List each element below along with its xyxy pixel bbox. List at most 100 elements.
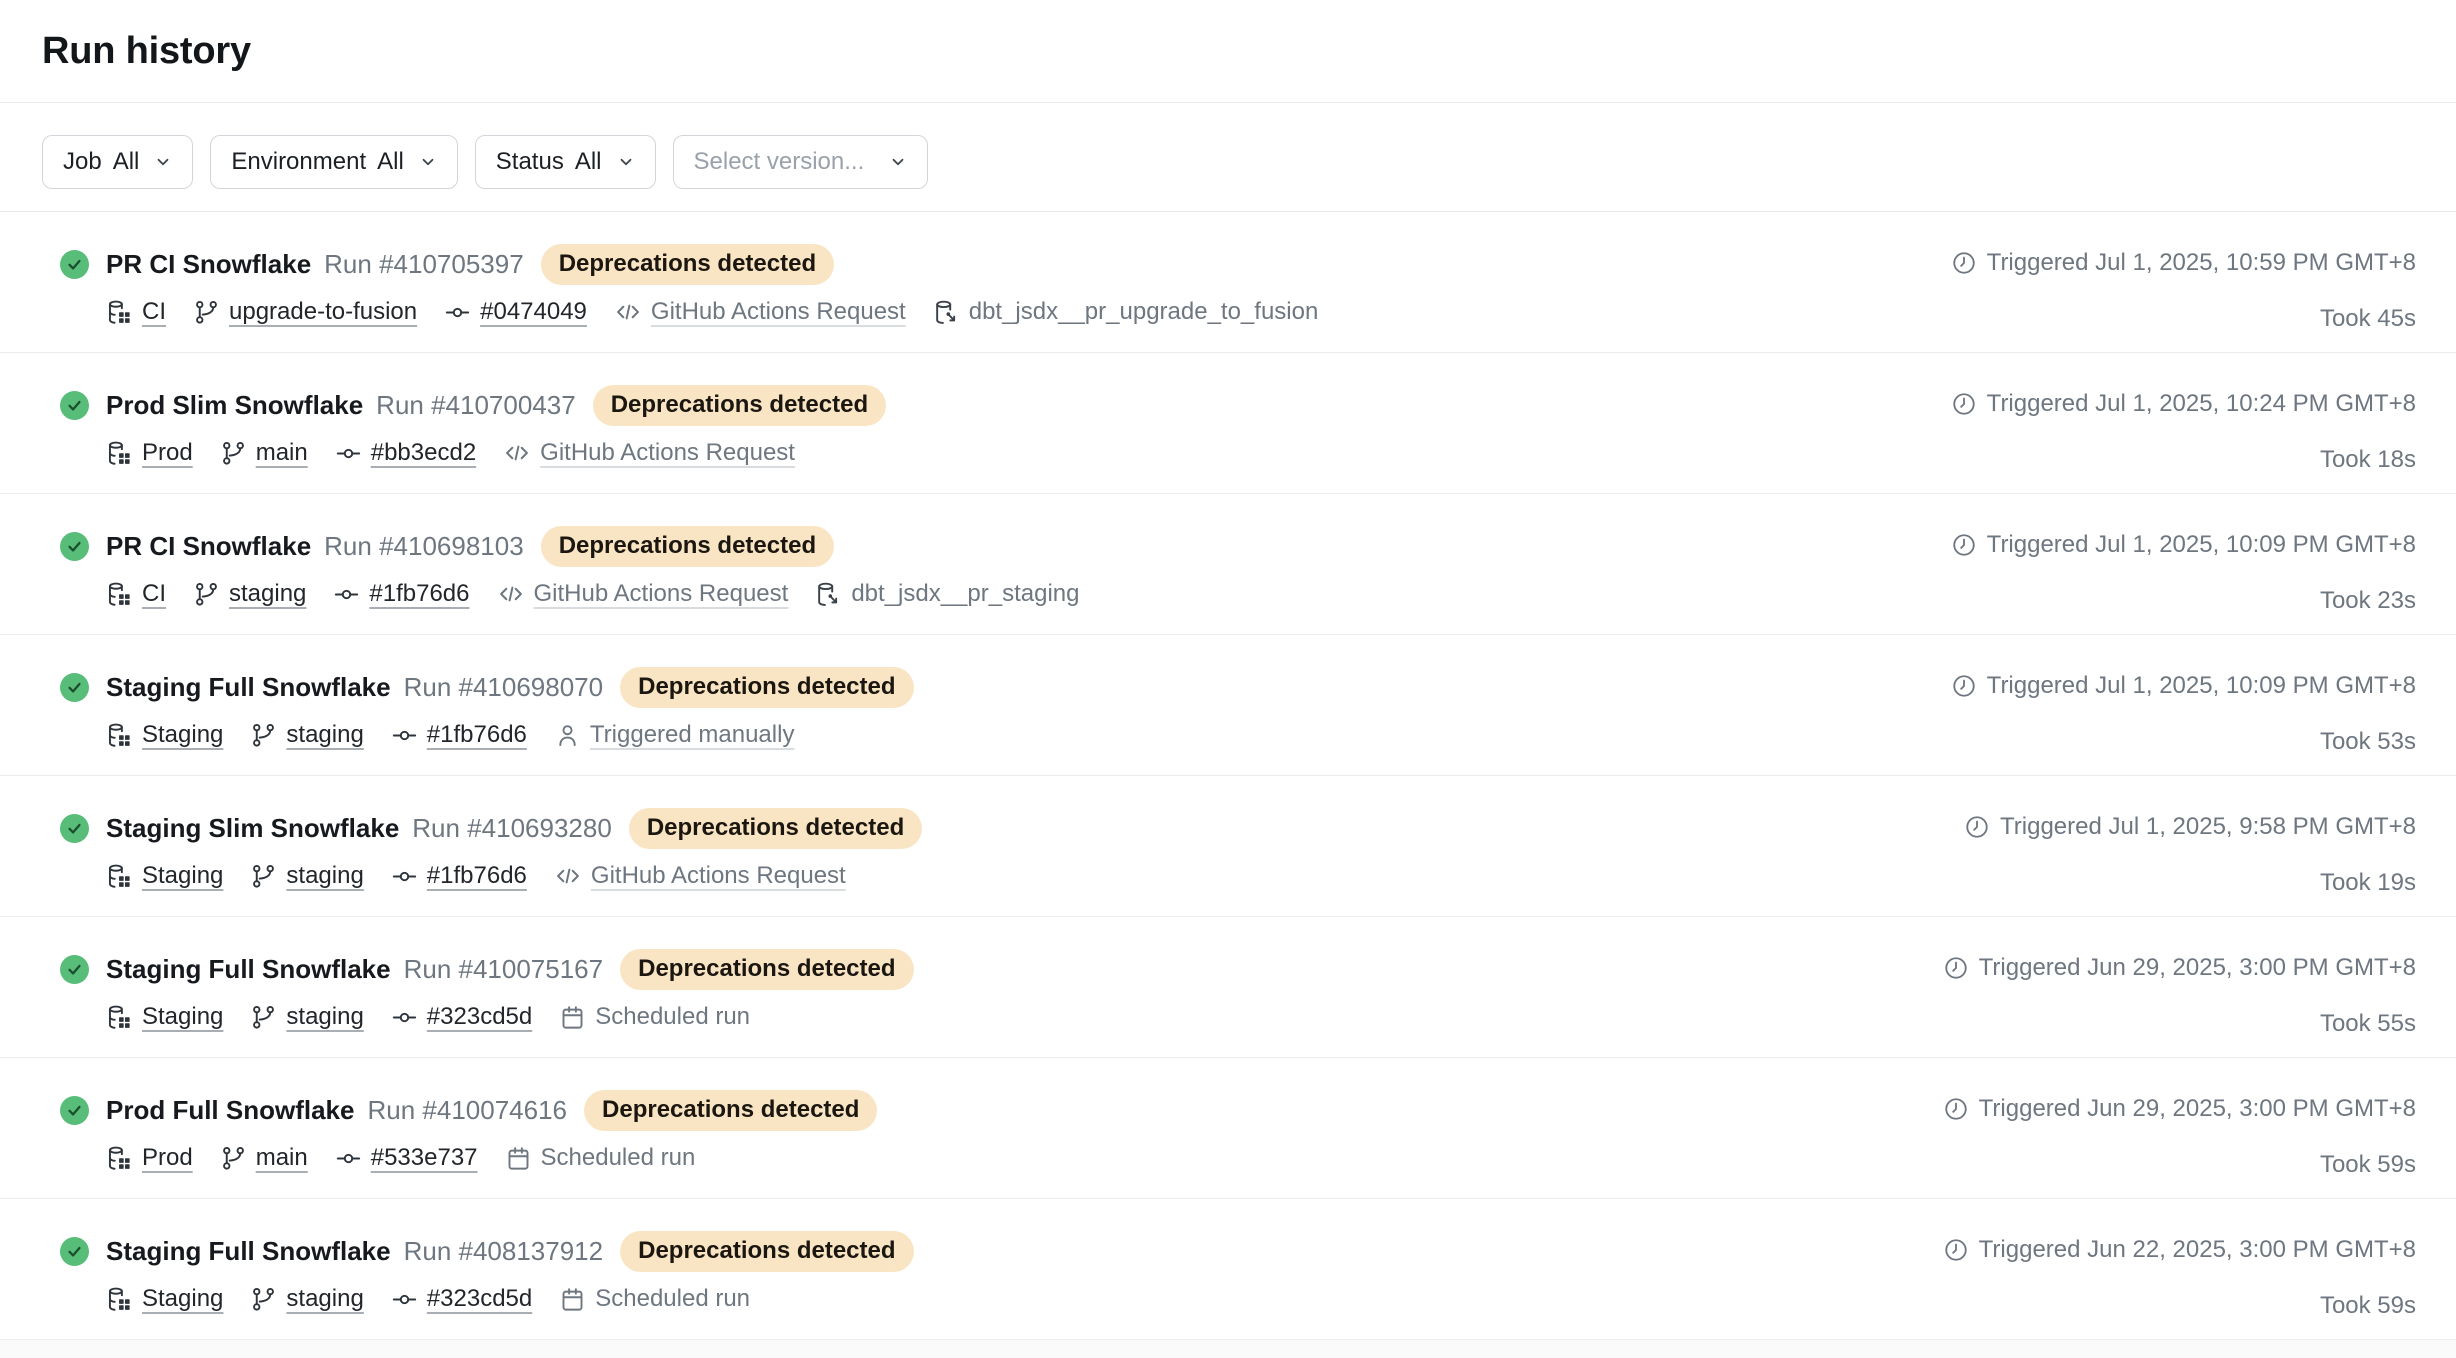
commit-link[interactable]: #1fb76d6 <box>427 721 527 749</box>
run-row-left: Staging Full Snowflake Run #410698070 De… <box>60 669 914 775</box>
triggered-line: Triggered Jul 1, 2025, 10:09 PM GMT+8 <box>1951 672 2416 700</box>
run-row[interactable]: PR CI Snowflake Run #410705397 Deprecati… <box>0 212 2456 353</box>
branch-item: staging <box>250 1003 363 1031</box>
environment-filter-dropdown[interactable]: Environment All <box>210 135 457 189</box>
branch-link[interactable]: staging <box>229 580 306 608</box>
branch-link[interactable]: staging <box>286 1003 363 1031</box>
commit-icon <box>391 863 418 890</box>
run-list: PR CI Snowflake Run #410705397 Deprecati… <box>0 212 2456 1340</box>
job-name-link[interactable]: Staging Full Snowflake <box>106 672 391 703</box>
deprecations-badge: Deprecations detected <box>629 808 922 849</box>
run-row[interactable]: PR CI Snowflake Run #410698103 Deprecati… <box>0 494 2456 635</box>
environment-link[interactable]: Staging <box>142 1003 223 1031</box>
commit-link[interactable]: #533e737 <box>371 1144 478 1172</box>
run-meta-line: CI upgrade-to-fusion <box>106 294 1318 330</box>
success-check-circle-icon <box>60 1096 89 1125</box>
commit-link[interactable]: #323cd5d <box>427 1285 532 1313</box>
trigger-source[interactable]: GitHub Actions Request <box>534 580 789 608</box>
branch-link[interactable]: staging <box>286 862 363 890</box>
environment-link[interactable]: Staging <box>142 1285 223 1313</box>
trigger-source[interactable]: Scheduled run <box>541 1144 696 1172</box>
deprecations-badge: Deprecations detected <box>541 244 834 285</box>
branch-link[interactable]: main <box>256 1144 308 1172</box>
run-title-line: Staging Full Snowflake Run #408137912 De… <box>106 1233 914 1269</box>
commit-icon <box>391 722 418 749</box>
page-title: Run history <box>42 30 251 73</box>
run-row[interactable]: Staging Full Snowflake Run #410075167 De… <box>0 917 2456 1058</box>
environment-item: CI <box>106 580 166 608</box>
commit-link[interactable]: #323cd5d <box>427 1003 532 1031</box>
run-row-main: Prod Full Snowflake Run #410074616 Depre… <box>106 1092 877 1198</box>
run-meta-line: Prod main <box>106 435 886 471</box>
job-name-link[interactable]: Prod Slim Snowflake <box>106 390 363 421</box>
environment-item: Prod <box>106 439 193 467</box>
run-meta-line: Staging staging <box>106 717 914 753</box>
triggered-line: Triggered Jul 1, 2025, 10:24 PM GMT+8 <box>1951 390 2416 418</box>
job-filter-dropdown[interactable]: Job All <box>42 135 193 189</box>
schema-item: dbt_jsdx__pr_staging <box>815 580 1079 608</box>
trigger-source[interactable]: Triggered manually <box>590 721 795 749</box>
environment-link[interactable]: Prod <box>142 1144 193 1172</box>
run-row[interactable]: Prod Full Snowflake Run #410074616 Depre… <box>0 1058 2456 1199</box>
trigger-item: Scheduled run <box>505 1144 696 1172</box>
run-row-right: Triggered Jul 1, 2025, 9:58 PM GMT+8 Too… <box>1964 810 2416 916</box>
trigger-source[interactable]: Scheduled run <box>595 1003 750 1031</box>
job-name-link[interactable]: Prod Full Snowflake <box>106 1095 354 1126</box>
job-name-link[interactable]: PR CI Snowflake <box>106 531 311 562</box>
run-meta-line: Staging staging <box>106 1281 914 1317</box>
deprecations-badge: Deprecations detected <box>620 1231 913 1272</box>
schema-name: dbt_jsdx__pr_upgrade_to_fusion <box>969 298 1319 326</box>
run-row[interactable]: Prod Slim Snowflake Run #410700437 Depre… <box>0 353 2456 494</box>
run-row[interactable]: Staging Full Snowflake Run #410698070 De… <box>0 635 2456 776</box>
trigger-source[interactable]: GitHub Actions Request <box>651 298 906 326</box>
environment-link[interactable]: Staging <box>142 862 223 890</box>
calendar-icon <box>559 1286 586 1313</box>
run-duration: Took 59s <box>2320 1292 2416 1320</box>
run-row[interactable]: Staging Full Snowflake Run #408137912 De… <box>0 1199 2456 1340</box>
environment-link[interactable]: Prod <box>142 439 193 467</box>
trigger-source[interactable]: GitHub Actions Request <box>540 439 795 467</box>
success-check-circle-icon <box>60 532 89 561</box>
commit-icon <box>444 299 471 326</box>
commit-icon <box>335 1145 362 1172</box>
branch-link[interactable]: main <box>256 439 308 467</box>
run-row[interactable]: Staging Slim Snowflake Run #410693280 De… <box>0 776 2456 917</box>
branch-link[interactable]: staging <box>286 1285 363 1313</box>
code-icon <box>554 862 582 890</box>
triggered-at: Triggered Jul 1, 2025, 9:58 PM GMT+8 <box>2000 813 2416 841</box>
environment-link[interactable]: CI <box>142 298 166 326</box>
branch-link[interactable]: upgrade-to-fusion <box>229 298 417 326</box>
job-name-link[interactable]: PR CI Snowflake <box>106 249 311 280</box>
branch-icon <box>250 1004 277 1031</box>
run-row-right: Triggered Jun 29, 2025, 3:00 PM GMT+8 To… <box>1943 1092 2416 1198</box>
trigger-source[interactable]: GitHub Actions Request <box>591 862 846 890</box>
environment-filter-value: All <box>377 148 404 176</box>
run-row-left: PR CI Snowflake Run #410705397 Deprecati… <box>60 246 1318 352</box>
schema-name: dbt_jsdx__pr_staging <box>851 580 1079 608</box>
branch-link[interactable]: staging <box>286 721 363 749</box>
environment-icon <box>106 440 133 467</box>
commit-link[interactable]: #1fb76d6 <box>427 862 527 890</box>
run-duration: Took 19s <box>2320 869 2416 897</box>
commit-icon <box>391 1286 418 1313</box>
commit-link[interactable]: #1fb76d6 <box>369 580 469 608</box>
run-title-line: PR CI Snowflake Run #410698103 Deprecati… <box>106 528 1079 564</box>
environment-link[interactable]: CI <box>142 580 166 608</box>
job-name-link[interactable]: Staging Full Snowflake <box>106 954 391 985</box>
version-filter-dropdown[interactable]: Select version... <box>673 135 929 189</box>
commit-link[interactable]: #0474049 <box>480 298 587 326</box>
job-name-link[interactable]: Staging Full Snowflake <box>106 1236 391 1267</box>
commit-link[interactable]: #bb3ecd2 <box>371 439 476 467</box>
deprecations-badge: Deprecations detected <box>620 949 913 990</box>
schema-item: dbt_jsdx__pr_upgrade_to_fusion <box>933 298 1319 326</box>
filter-bar: Job All Environment All Status All Selec… <box>0 103 2456 212</box>
trigger-item: Scheduled run <box>559 1285 750 1313</box>
person-icon <box>554 722 581 749</box>
environment-icon <box>106 722 133 749</box>
status-filter-dropdown[interactable]: Status All <box>475 135 656 189</box>
job-name-link[interactable]: Staging Slim Snowflake <box>106 813 399 844</box>
environment-item: Staging <box>106 862 223 890</box>
trigger-source[interactable]: Scheduled run <box>595 1285 750 1313</box>
trigger-item: Scheduled run <box>559 1003 750 1031</box>
environment-link[interactable]: Staging <box>142 721 223 749</box>
